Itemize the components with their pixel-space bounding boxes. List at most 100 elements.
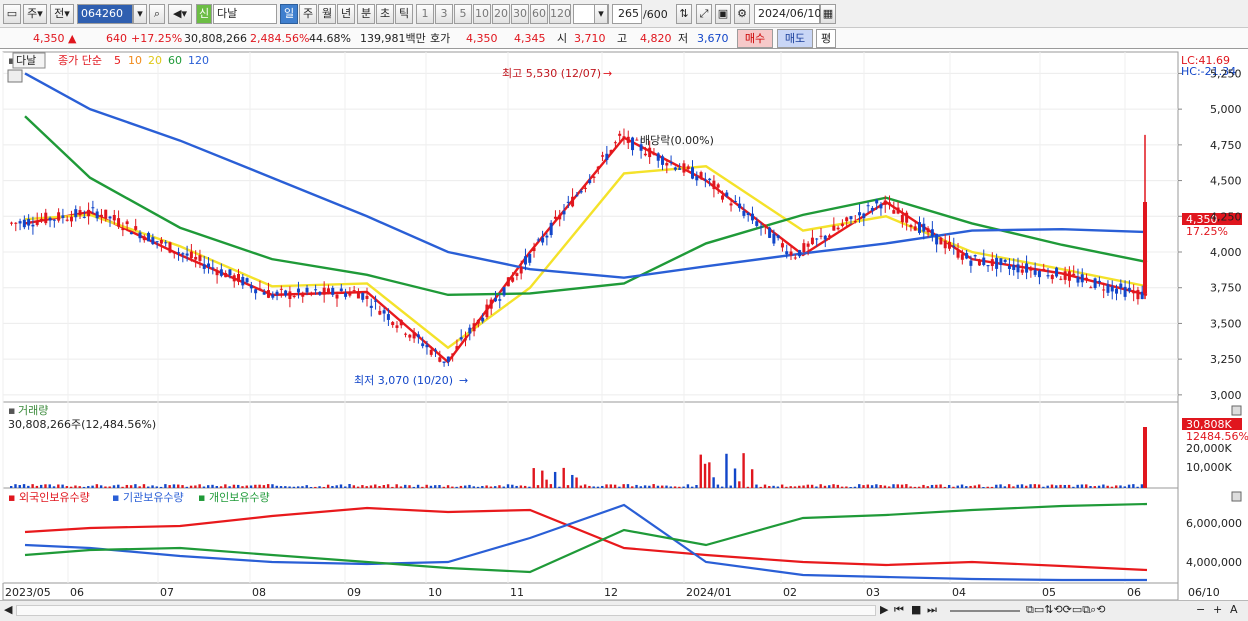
chart-svg[interactable]: ▪ 다날 종가 단순 5 10 20 60 120 LC:41.69 HC:-2… [0, 50, 1248, 600]
period-month[interactable]: 월 [318, 4, 336, 24]
volume-bar [631, 486, 634, 488]
interval-30[interactable]: 30 [511, 4, 529, 24]
interval-3[interactable]: 3 [435, 4, 453, 24]
scroll-left-icon[interactable]: ◀ [4, 603, 12, 616]
x-axis-label: 06 [1127, 586, 1141, 599]
period-minute[interactable]: 분 [357, 4, 375, 24]
volume-bar [725, 453, 728, 488]
candle-body [973, 255, 977, 257]
tool-icons[interactable]: ⧉▭⇅⟲⟳▭⧉⌕⟲ [1026, 603, 1106, 617]
candle-body [823, 235, 827, 240]
candle-body [142, 236, 146, 241]
search-icon[interactable]: ⌕ [149, 4, 165, 24]
candle-body [1012, 264, 1016, 270]
interval-dropdown-icon[interactable]: ▾ [594, 4, 608, 24]
candle-body [939, 237, 943, 245]
volume-bar [785, 486, 788, 488]
volume-close-icon[interactable] [1231, 405, 1242, 416]
stock-name-field[interactable]: 다날 [213, 4, 277, 24]
zoom-in-icon[interactable]: + [1213, 603, 1222, 616]
volume-bar [618, 486, 621, 488]
candle-body [352, 290, 356, 292]
draw-tool-icon[interactable]: ⤢ [696, 4, 712, 24]
volume-bar [27, 485, 30, 488]
volume-bar [952, 486, 955, 488]
volume-bar [532, 468, 535, 488]
scroll-right-icon[interactable]: ▶ [880, 603, 888, 616]
candle-body [977, 259, 981, 266]
candle-body [22, 219, 26, 228]
volume-bar [404, 484, 407, 488]
candle-body [44, 212, 48, 224]
volume-bar [678, 486, 681, 488]
candle-body [789, 251, 793, 256]
date-input[interactable]: 2024/06/10 [754, 4, 821, 24]
interval-1[interactable]: 1 [416, 4, 434, 24]
candle-body [892, 210, 896, 214]
volume-bar [947, 484, 951, 488]
period-day[interactable]: 일 [280, 4, 298, 24]
volume-bar [237, 484, 240, 488]
volume-bar [159, 486, 163, 488]
candle-body [918, 222, 921, 233]
first-page-icon[interactable]: ⏮ [894, 603, 904, 617]
period-second[interactable]: 초 [376, 4, 394, 24]
volume-bar [1007, 484, 1011, 488]
holding-close-icon[interactable] [1231, 491, 1242, 502]
zoom-slider[interactable] [950, 610, 1020, 612]
speaker-icon[interactable]: ◀▾ [168, 4, 192, 24]
window-menu-icon[interactable]: ▭ [3, 4, 21, 24]
candle-body [678, 168, 682, 170]
volume-bar [995, 484, 998, 488]
candle-body [652, 153, 656, 155]
interval-20[interactable]: 20 [492, 4, 510, 24]
interval-120[interactable]: 120 [549, 4, 571, 24]
period-week[interactable]: 주 [299, 4, 317, 24]
calendar-icon[interactable]: ▦ [820, 4, 836, 24]
interval-5[interactable]: 5 [454, 4, 472, 24]
candle-body [69, 216, 73, 222]
period-tick[interactable]: 틱 [395, 4, 413, 24]
buy-button[interactable]: 매수 [737, 29, 773, 48]
zoom-out-icon[interactable]: − [1196, 603, 1205, 616]
prev-button[interactable]: 전▾ [50, 4, 74, 24]
period-year[interactable]: 년 [337, 4, 355, 24]
save-icon[interactable]: ▣ [715, 4, 731, 24]
volume-bar [194, 485, 197, 488]
volume-bar [121, 486, 124, 488]
volume-bar [772, 485, 775, 488]
scrollbar-track[interactable] [16, 605, 876, 616]
volume-bar [356, 486, 360, 488]
candle-body [669, 162, 673, 164]
market-select[interactable]: 주▾ [23, 4, 47, 24]
eval-button[interactable]: 평 [816, 29, 836, 48]
count-input[interactable]: 265 [612, 4, 642, 24]
volume-bar [669, 486, 672, 488]
volume-bar [361, 485, 364, 488]
volume-bar [14, 484, 17, 488]
candle-body [986, 265, 990, 267]
stock-code-input[interactable]: 064260 [77, 4, 133, 24]
interval-60[interactable]: 60 [530, 4, 548, 24]
candle-body [802, 243, 806, 252]
stop-icon[interactable]: ■ [911, 603, 921, 616]
gear-icon[interactable]: ⚙ [734, 4, 750, 24]
auto-scale-icon[interactable]: A [1230, 603, 1238, 616]
next-page-icon[interactable]: ⏭ [927, 603, 937, 617]
table-toggle-icon[interactable] [7, 69, 23, 83]
volume-bar [168, 485, 171, 488]
interval-10[interactable]: 10 [473, 4, 491, 24]
volume-options-icon[interactable]: ▪ [8, 404, 15, 417]
volume-bar [896, 484, 899, 488]
volume-bar [262, 485, 266, 488]
sell-button[interactable]: 매도 [777, 29, 813, 48]
candle-body [798, 250, 802, 257]
volume-bar [284, 486, 287, 488]
volume-bar [57, 484, 60, 488]
ma-title: 종가 단순 [58, 54, 102, 67]
indicator-icon[interactable]: ⇅ [676, 4, 692, 24]
candle-body [1093, 278, 1097, 289]
candle-body [404, 333, 408, 335]
code-dropdown-icon[interactable]: ▾ [133, 4, 147, 24]
quote-bar: 4,350 ▲ 640 +17.25% 30,808,266 2,484.56%… [0, 28, 1248, 49]
